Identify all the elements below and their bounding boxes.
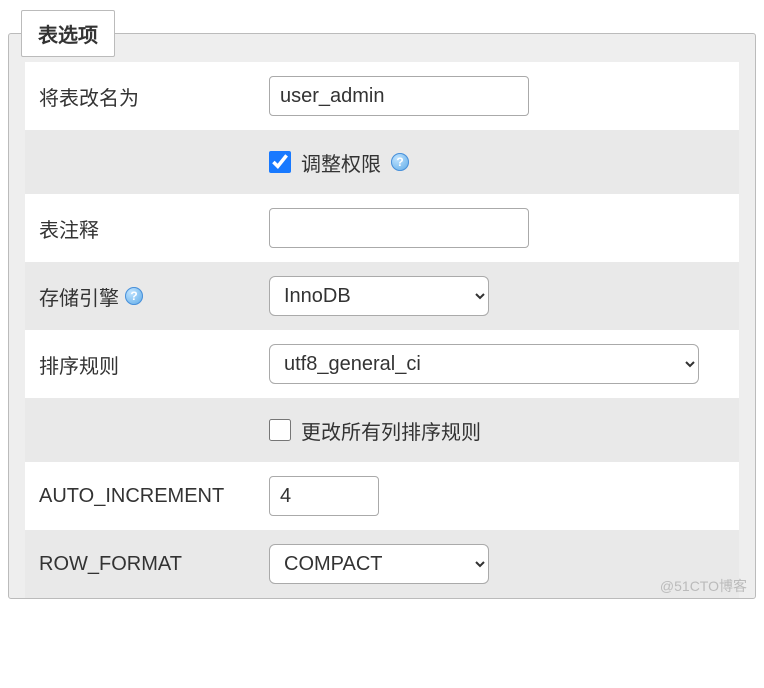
row-engine: 存储引擎 ? InnoDB bbox=[25, 262, 739, 330]
row-rename: 将表改名为 bbox=[25, 62, 739, 130]
table-options-fieldset: 表选项 将表改名为 调整权限 ? 表注释 存储引擎 ? bbox=[8, 33, 756, 599]
help-icon[interactable]: ? bbox=[391, 153, 409, 171]
row-change-all-cols: 更改所有列排序规则 bbox=[25, 398, 739, 462]
engine-select[interactable]: InnoDB bbox=[269, 276, 489, 316]
adjust-privileges-label: 调整权限 bbox=[301, 148, 381, 177]
row-adjust-privileges: 调整权限 ? bbox=[25, 130, 739, 194]
rename-label: 将表改名为 bbox=[39, 82, 269, 111]
auto-increment-label: AUTO_INCREMENT bbox=[39, 485, 269, 508]
row-format-label: ROW_FORMAT bbox=[39, 553, 269, 576]
change-all-cols-label: 更改所有列排序规则 bbox=[301, 416, 481, 445]
comment-label: 表注释 bbox=[39, 214, 269, 243]
engine-label: 存储引擎 bbox=[39, 282, 119, 311]
row-format-select[interactable]: COMPACT bbox=[269, 544, 489, 584]
comment-input[interactable] bbox=[269, 208, 529, 248]
collation-select[interactable]: utf8_general_ci bbox=[269, 344, 699, 384]
rename-input[interactable] bbox=[269, 76, 529, 116]
row-collation: 排序规则 utf8_general_ci bbox=[25, 330, 739, 398]
adjust-privileges-checkbox[interactable] bbox=[269, 151, 291, 173]
fieldset-legend: 表选项 bbox=[21, 10, 115, 57]
collation-label: 排序规则 bbox=[39, 350, 269, 379]
row-row-format: ROW_FORMAT COMPACT bbox=[25, 530, 739, 598]
help-icon[interactable]: ? bbox=[125, 287, 143, 305]
watermark: @51CTO博客 bbox=[660, 576, 747, 596]
row-auto-increment: AUTO_INCREMENT bbox=[25, 462, 739, 530]
change-all-cols-checkbox[interactable] bbox=[269, 419, 291, 441]
auto-increment-input[interactable] bbox=[269, 476, 379, 516]
row-comment: 表注释 bbox=[25, 194, 739, 262]
